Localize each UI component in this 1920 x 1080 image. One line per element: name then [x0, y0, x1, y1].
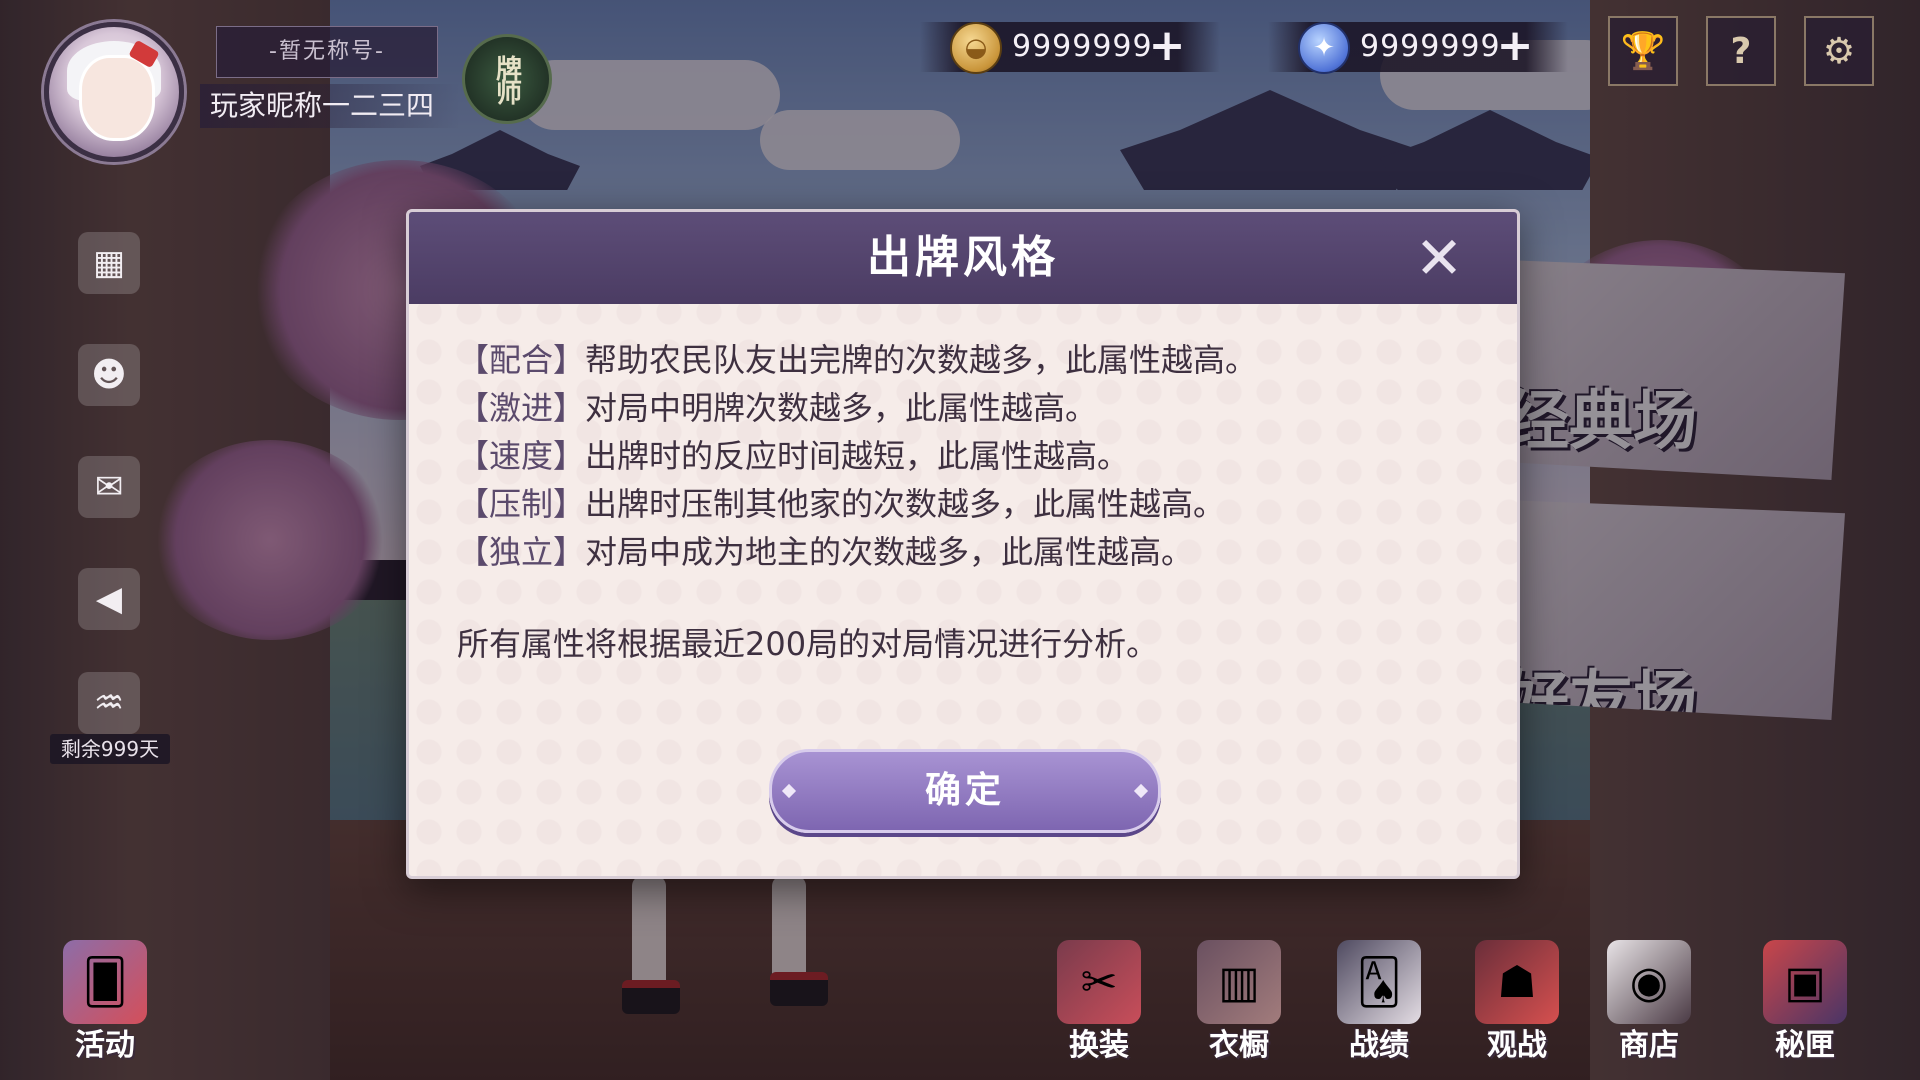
announcement-icon[interactable]: ◀: [78, 568, 140, 630]
mail-icon[interactable]: ✉: [78, 456, 140, 518]
player-title[interactable]: -暂无称号-: [216, 26, 438, 78]
rule-item: 【独立】对局中成为地主的次数越多，此属性越高。: [457, 528, 1467, 576]
activity-cards-icon: 🂠: [63, 940, 147, 1024]
nav-secret-box-label: 秘匣: [1775, 1028, 1835, 1063]
gem-icon: ✦: [1298, 22, 1350, 74]
nav-activity[interactable]: 🂠 活动: [50, 940, 160, 1063]
close-button[interactable]: ✕: [1411, 229, 1467, 287]
gem-counter: ✦ 9999999 +: [1268, 22, 1568, 74]
coin-counter: ◒ 9999999 +: [920, 22, 1220, 74]
nav-wardrobe-label: 衣橱: [1209, 1028, 1269, 1063]
panda-shop-icon: ◉: [1607, 940, 1691, 1024]
player-avatar[interactable]: [44, 22, 184, 162]
rule-text: 出牌时压制其他家的次数越多，此属性越高。: [585, 485, 1226, 523]
rule-key: 【配合】: [457, 341, 586, 379]
play-style-dialog: 出牌风格 ✕ 【配合】帮助农民队友出完牌的次数越多，此属性越高。 【激进】对局中…: [406, 209, 1520, 879]
rule-item: 【配合】帮助农民队友出完牌的次数越多，此属性越高。: [457, 336, 1467, 384]
rule-item: 【速度】出牌时的反应时间越短，此属性越高。: [457, 432, 1467, 480]
fox-mask-icon: ☗: [1475, 940, 1559, 1024]
coin-icon: ◒: [950, 22, 1002, 74]
player-nickname: 玩家昵称一二三四: [200, 84, 460, 128]
settings-button[interactable]: ⚙: [1804, 16, 1874, 86]
add-gem-button[interactable]: +: [1496, 24, 1534, 68]
rule-text: 帮助农民队友出完牌的次数越多，此属性越高。: [585, 341, 1258, 379]
close-icon: ✕: [1414, 224, 1464, 292]
help-icon: ?: [1730, 30, 1752, 72]
diamond-ornament-icon: [1133, 783, 1149, 799]
rule-key: 【压制】: [457, 485, 586, 523]
rank-badge[interactable]: 牌师: [462, 34, 552, 124]
gear-icon: ⚙: [1822, 30, 1856, 72]
help-button[interactable]: ?: [1706, 16, 1776, 86]
dress-up-icon: ✂: [1057, 940, 1141, 1024]
nav-secret-box[interactable]: ▣ 秘匣: [1750, 940, 1860, 1063]
nav-spectate-label: 观战: [1487, 1028, 1547, 1063]
wardrobe-icon: ▥: [1197, 940, 1281, 1024]
rule-key: 【激进】: [457, 389, 586, 427]
friends-icon[interactable]: ☻: [78, 344, 140, 406]
rules-list: 【配合】帮助农民队友出完牌的次数越多，此属性越高。 【激进】对局中明牌次数越多，…: [457, 336, 1467, 576]
nav-dress-up[interactable]: ✂ 换装: [1044, 940, 1154, 1063]
nav-wardrobe[interactable]: ▥ 衣橱: [1184, 940, 1294, 1063]
rule-item: 【压制】出牌时压制其他家的次数越多，此属性越高。: [457, 480, 1467, 528]
remain-days-label: 剩余999天: [50, 734, 170, 764]
rule-key: 【速度】: [457, 437, 586, 475]
add-coin-button[interactable]: +: [1148, 24, 1186, 68]
rule-text: 对局中成为地主的次数越多，此属性越高。: [585, 533, 1194, 571]
diamond-ornament-icon: [781, 783, 797, 799]
ranking-icon[interactable]: ▦: [78, 232, 140, 294]
secret-box-icon: ▣: [1763, 940, 1847, 1024]
trophy-button[interactable]: 🏆: [1608, 16, 1678, 86]
nav-shop[interactable]: ◉ 商店: [1594, 940, 1704, 1063]
rule-item: 【激进】对局中明牌次数越多，此属性越高。: [457, 384, 1467, 432]
gem-value: 9999999: [1360, 29, 1501, 64]
nav-record[interactable]: 🂡 战绩: [1324, 940, 1434, 1063]
nav-record-label: 战绩: [1349, 1028, 1409, 1063]
confirm-label: 确定: [924, 770, 1005, 811]
rule-text: 对局中明牌次数越多，此属性越高。: [585, 389, 1098, 427]
dialog-title: 出牌风格: [867, 232, 1059, 283]
nav-spectate[interactable]: ☗ 观战: [1462, 940, 1572, 1063]
nav-shop-label: 商店: [1619, 1028, 1679, 1063]
coin-value: 9999999: [1012, 29, 1153, 64]
record-cards-icon: 🂡: [1337, 940, 1421, 1024]
nav-activity-label: 活动: [75, 1028, 135, 1063]
rule-text: 出牌时的反应时间越短，此属性越高。: [585, 437, 1130, 475]
confirm-button[interactable]: 确定: [769, 749, 1161, 833]
rule-key: 【独立】: [457, 533, 586, 571]
fan-pass-icon[interactable]: ♒: [78, 672, 140, 734]
nav-dress-up-label: 换装: [1069, 1028, 1129, 1063]
analysis-note: 所有属性将根据最近200局的对局情况进行分析。: [457, 625, 1159, 663]
avatar-face: [79, 55, 155, 141]
trophy-icon: 🏆: [1620, 31, 1666, 72]
